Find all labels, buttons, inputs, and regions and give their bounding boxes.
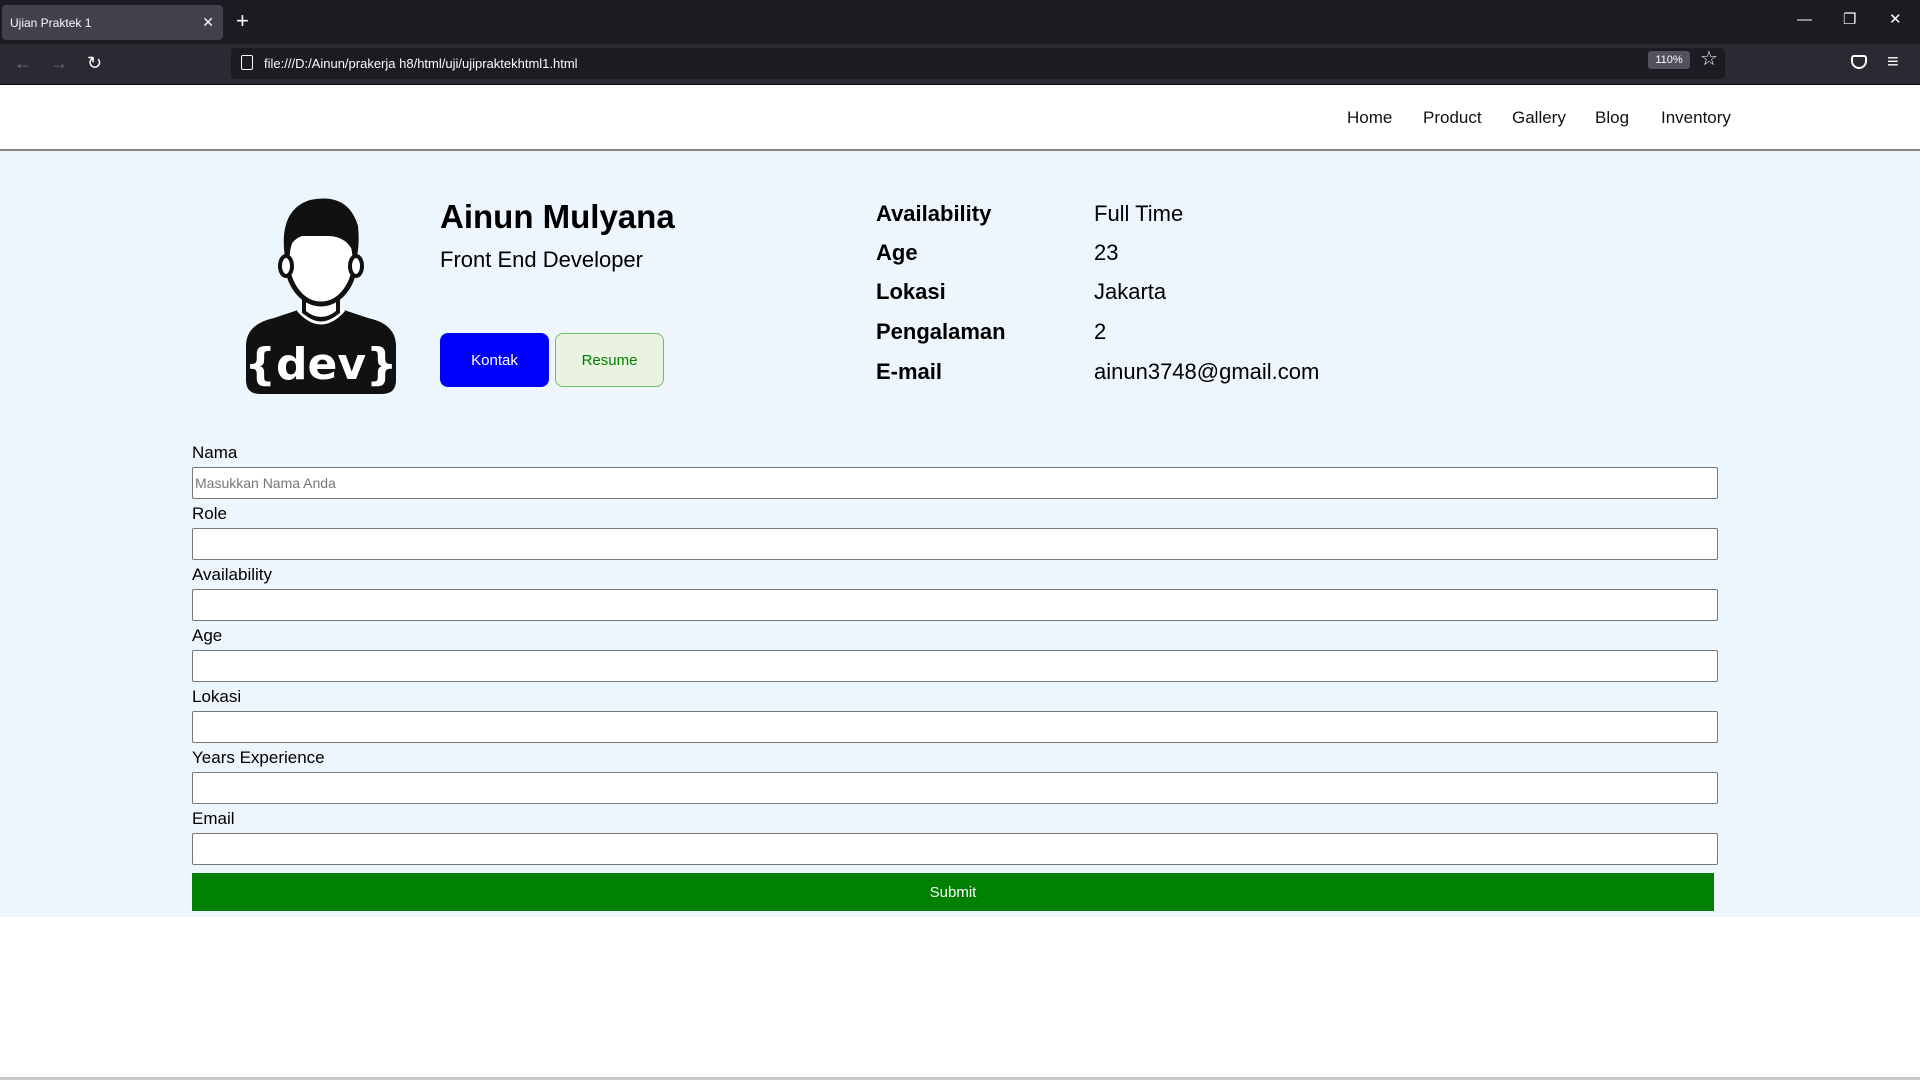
info-value-email: ainun3748@gmail.com bbox=[1094, 359, 1320, 384]
years-experience-input[interactable] bbox=[192, 772, 1718, 804]
pocket-icon[interactable] bbox=[1851, 55, 1867, 69]
years-experience-label: Years Experience bbox=[192, 748, 325, 767]
profile-role: Front End Developer bbox=[440, 247, 643, 272]
info-value-lokasi: Jakarta bbox=[1094, 279, 1167, 304]
lokasi-label: Lokasi bbox=[192, 687, 242, 706]
minimize-icon[interactable]: — bbox=[1797, 11, 1812, 29]
profile-name: Ainun Mulyana bbox=[440, 198, 675, 235]
kontak-button[interactable]: Kontak bbox=[440, 333, 549, 387]
browser-toolbar: ← → ↻ file:///D:/Ainun/prakerja h8/html/… bbox=[0, 44, 1920, 85]
nav-link-gallery[interactable]: Gallery bbox=[1512, 108, 1566, 128]
availability-label: Availability bbox=[192, 565, 273, 584]
reload-icon[interactable]: ↻ bbox=[87, 53, 102, 73]
zoom-level-badge[interactable]: 110% bbox=[1648, 51, 1690, 69]
info-value-availability: Full Time bbox=[1094, 201, 1184, 226]
info-label-availability: Availability bbox=[876, 201, 992, 226]
browser-tab[interactable]: Ujian Praktek 1 ✕ bbox=[2, 5, 223, 40]
back-icon[interactable]: ← bbox=[14, 53, 32, 73]
url-text: file:///D:/Ainun/prakerja h8/html/uji/uj… bbox=[264, 56, 578, 71]
new-tab-button[interactable]: + bbox=[236, 9, 249, 33]
window-close-icon[interactable]: ✕ bbox=[1889, 11, 1902, 29]
developer-avatar: {dev} bbox=[246, 198, 396, 394]
email-input[interactable] bbox=[192, 833, 1718, 865]
nav-link-blog[interactable]: Blog bbox=[1595, 108, 1629, 128]
nama-input[interactable] bbox=[192, 467, 1718, 499]
age-input[interactable] bbox=[192, 650, 1718, 682]
file-icon bbox=[241, 55, 253, 70]
resume-button[interactable]: Resume bbox=[555, 333, 664, 387]
browser-tab-strip: Ujian Praktek 1 ✕ + — ❐ ✕ bbox=[0, 0, 1920, 44]
info-label-pengalaman: Pengalaman bbox=[876, 319, 1006, 344]
submit-button[interactable]: Submit bbox=[192, 873, 1714, 911]
avatar-dev-label: {dev} bbox=[246, 339, 396, 390]
lokasi-input[interactable] bbox=[192, 711, 1718, 743]
role-input[interactable] bbox=[192, 528, 1718, 560]
bookmark-star-icon[interactable]: ☆ bbox=[1700, 48, 1718, 70]
forward-icon[interactable]: → bbox=[50, 53, 68, 73]
tab-close-icon[interactable]: ✕ bbox=[202, 14, 214, 30]
nama-label: Nama bbox=[192, 443, 238, 462]
info-label-email: E-mail bbox=[876, 359, 943, 384]
availability-input[interactable] bbox=[192, 589, 1718, 621]
info-label-age: Age bbox=[876, 240, 918, 265]
info-value-age: 23 bbox=[1094, 240, 1119, 265]
info-value-pengalaman: 2 bbox=[1094, 319, 1107, 344]
age-label: Age bbox=[192, 626, 223, 645]
email-label: Email bbox=[192, 809, 235, 828]
info-label-lokasi: Lokasi bbox=[876, 279, 946, 304]
app-menu-icon[interactable]: ≡ bbox=[1887, 52, 1899, 72]
site-navbar: Home Product Gallery Blog Inventory bbox=[0, 86, 1920, 151]
restore-icon[interactable]: ❐ bbox=[1843, 11, 1856, 29]
nav-link-home[interactable]: Home bbox=[1347, 108, 1392, 128]
main-content: {dev} Ainun Mulyana Front End Developer … bbox=[0, 151, 1920, 917]
address-bar[interactable]: file:///D:/Ainun/prakerja h8/html/uji/uj… bbox=[231, 48, 1725, 79]
tab-title: Ujian Praktek 1 bbox=[10, 16, 92, 30]
nav-link-inventory[interactable]: Inventory bbox=[1661, 108, 1731, 128]
nav-link-product[interactable]: Product bbox=[1423, 108, 1482, 128]
role-label: Role bbox=[192, 504, 227, 523]
